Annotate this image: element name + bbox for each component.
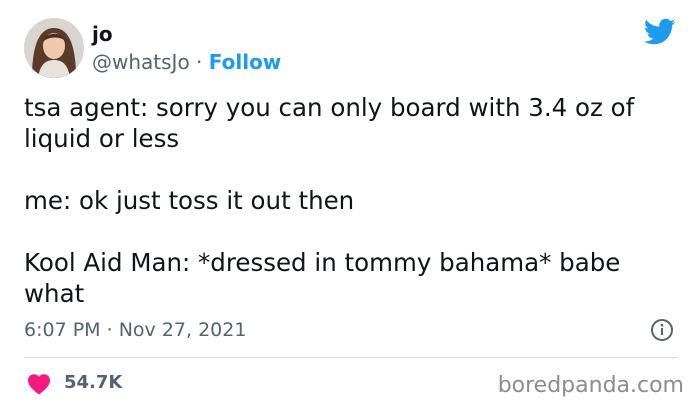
- author-handle-row: @whatsJo · Follow: [92, 49, 281, 75]
- divider: [24, 357, 678, 358]
- tweet-timestamp[interactable]: 6:07 PM · Nov 27, 2021: [24, 317, 246, 343]
- handle-separator: ·: [196, 50, 203, 74]
- author-display-name[interactable]: jo: [92, 20, 113, 48]
- like-count[interactable]: 54.7K: [64, 370, 122, 396]
- timestamp-separator: ·: [106, 319, 113, 341]
- tweet-date: Nov 27, 2021: [118, 319, 247, 341]
- twitter-bird-icon[interactable]: [644, 18, 676, 46]
- avatar[interactable]: [24, 18, 84, 78]
- follow-button[interactable]: Follow: [209, 50, 282, 74]
- info-icon[interactable]: [650, 318, 674, 342]
- tweet-time: 6:07 PM: [24, 319, 101, 341]
- tweet-text: tsa agent: sorry you can only board with…: [24, 93, 635, 308]
- watermark: boredpanda.com: [497, 373, 684, 398]
- author-handle[interactable]: @whatsJo: [92, 50, 190, 74]
- heart-icon[interactable]: [27, 373, 51, 395]
